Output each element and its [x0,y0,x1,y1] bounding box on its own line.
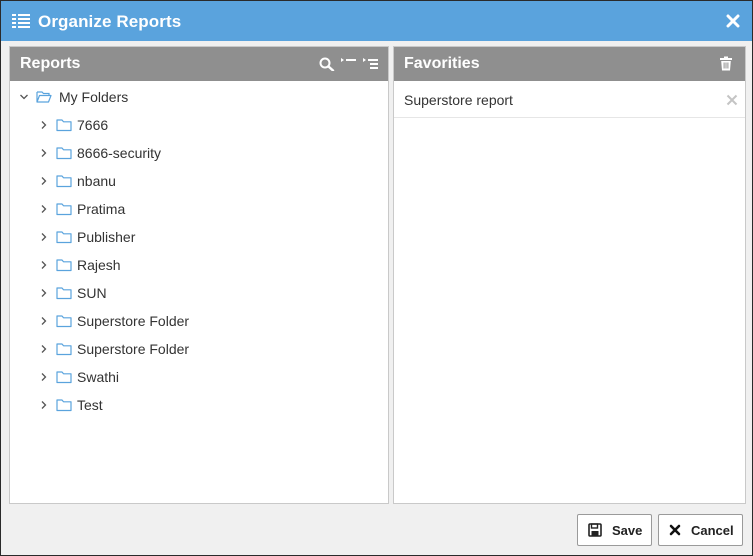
tree-node-folder[interactable]: 7666 [39,114,108,136]
organize-reports-dialog: Organize Reports Reports My Folders 7666… [0,0,753,556]
save-button-label: Save [612,522,643,538]
chevron-right-icon[interactable] [39,400,49,410]
tree-node-label: SUN [77,285,107,301]
dialog-title: Organize Reports [38,12,182,31]
dialog-titlebar: Organize Reports [1,1,752,41]
trash-icon[interactable] [719,56,733,71]
tree-node-folder[interactable]: Swathi [39,366,119,388]
tree-node-folder[interactable]: Test [39,394,103,416]
tree-node-my-folders[interactable]: My Folders [19,86,128,108]
favorites-panel-header: Favorities [394,47,745,81]
close-icon [669,524,681,536]
chevron-right-icon[interactable] [39,344,49,354]
folder-icon [56,399,72,412]
tree-node-folder[interactable]: Superstore Folder [39,310,189,332]
tree-node-label: Swathi [77,369,120,385]
reports-panel: Reports My Folders 7666 8666-security nb… [9,46,389,504]
tree-node-label: Rajesh [77,257,121,273]
tree-node-folder[interactable]: Rajesh [39,254,121,276]
chevron-right-icon[interactable] [39,148,49,158]
tree-node-folder[interactable]: Publisher [39,226,135,248]
folder-icon [56,203,72,216]
list-icon [12,14,30,28]
favorites-panel: Favorities Superstore report [393,46,746,504]
collapse-all-icon[interactable] [341,57,357,71]
tree-node-label: 7666 [77,117,109,133]
folder-icon [56,119,72,132]
chevron-right-icon[interactable] [39,260,49,270]
cancel-button-label: Cancel [691,522,734,538]
remove-favorite-icon[interactable] [726,94,738,106]
folder-icon [56,287,72,300]
folder-open-icon [36,91,52,103]
reports-panel-title: Reports [20,55,81,72]
folder-icon [56,259,72,272]
favorite-item-label[interactable]: Superstore report [404,92,513,108]
save-button[interactable]: Save [577,514,652,546]
folder-icon [56,371,72,384]
folder-icon [56,315,72,328]
tree-node-label: Test [77,397,103,413]
folder-icon [56,147,72,160]
tree-node-folder[interactable]: 8666-security [39,142,161,164]
chevron-right-icon[interactable] [39,120,49,130]
chevron-right-icon[interactable] [39,176,49,186]
chevron-right-icon[interactable] [39,232,49,242]
tree-node-label: Pratima [77,201,126,217]
chevron-right-icon[interactable] [39,372,49,382]
favorite-item[interactable]: Superstore report [394,83,745,118]
close-icon[interactable] [726,14,740,28]
tree-node-label: My Folders [59,89,129,105]
tree-node-label: Superstore Folder [77,313,190,329]
chevron-right-icon[interactable] [39,288,49,298]
expand-all-icon[interactable] [363,57,379,71]
tree-node-folder[interactable]: nbanu [39,170,116,192]
search-icon[interactable] [319,57,335,71]
tree-node-label: Publisher [77,229,136,245]
tree-node-label: 8666-security [77,145,162,161]
save-icon [588,523,602,537]
favorites-panel-title: Favorities [404,55,480,72]
chevron-down-icon[interactable] [19,92,29,102]
chevron-right-icon[interactable] [39,204,49,214]
chevron-right-icon[interactable] [39,316,49,326]
folder-icon [56,175,72,188]
tree-node-folder[interactable]: SUN [39,282,107,304]
folder-icon [56,231,72,244]
folder-icon [56,343,72,356]
tree-node-label: nbanu [77,173,116,189]
tree-node-folder[interactable]: Superstore Folder [39,338,189,360]
reports-panel-header: Reports [10,47,388,81]
cancel-button[interactable]: Cancel [658,514,743,546]
tree-node-label: Superstore Folder [77,341,190,357]
tree-node-folder[interactable]: Pratima [39,198,125,220]
